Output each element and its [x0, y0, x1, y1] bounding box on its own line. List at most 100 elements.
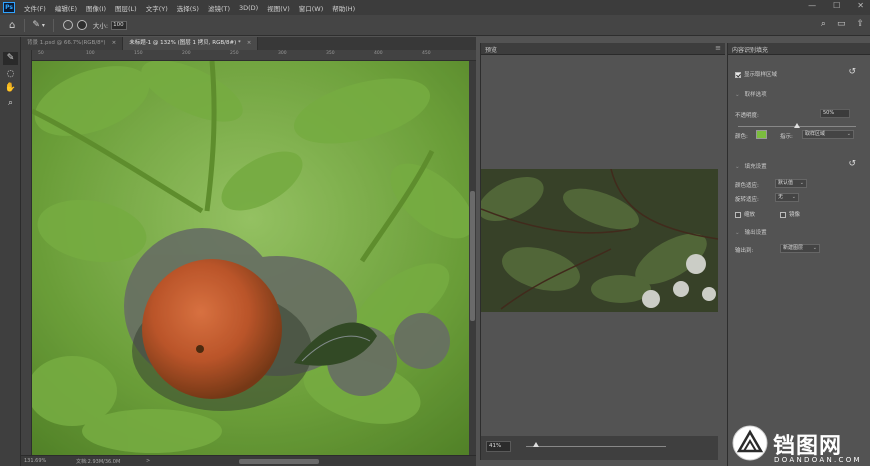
menu-3d[interactable]: 3D(D): [239, 4, 258, 12]
chevron-down-icon: ⌄: [735, 230, 740, 236]
zoom-readout[interactable]: 131.69%: [24, 458, 46, 464]
menu-select[interactable]: 选择(S): [177, 3, 199, 13]
reset-icon[interactable]: ↺: [848, 67, 856, 77]
sampling-color-swatch[interactable]: [756, 130, 767, 139]
mirror-checkbox[interactable]: [780, 211, 786, 218]
options-bar: ⌂ ✎ ▾ 大小: 100 ⌕ ▭ ⇪: [0, 15, 870, 36]
zoom-tool-icon[interactable]: ⌕: [3, 97, 18, 110]
ruler-label: 400: [374, 51, 383, 56]
opacity-label: 不透明度:: [735, 113, 759, 119]
scale-checkbox[interactable]: [735, 211, 741, 218]
close-tab-icon[interactable]: ×: [112, 40, 117, 46]
ruler-label: 100: [86, 51, 95, 56]
preview-zoom-bar: 41%: [481, 436, 718, 460]
close-tab-icon[interactable]: ×: [247, 40, 252, 46]
show-sampling-label: 显示取样区域: [744, 72, 778, 78]
content-aware-fill-title: 内容识别填充: [732, 47, 769, 54]
output-to-label: 输出到:: [735, 248, 754, 254]
content-aware-fill-header: 内容识别填充: [728, 43, 870, 55]
preview-zoom-handle[interactable]: [532, 442, 539, 447]
maximize-button[interactable]: ☐: [833, 1, 840, 10]
tab-label: 背景 1.psd @ 66.7%(RGB/8*): [27, 40, 106, 46]
mirror-label: 镜像: [789, 212, 801, 218]
search-icon[interactable]: ⌕: [821, 19, 826, 29]
reset-icon[interactable]: ↺: [848, 159, 856, 169]
subtract-mode-icon[interactable]: [76, 20, 87, 30]
color-adaptation-select[interactable]: 默认值 ⌄: [775, 179, 807, 188]
menu-filter[interactable]: 滤镜(T): [208, 3, 230, 13]
menu-view[interactable]: 视图(V): [267, 3, 290, 13]
close-window-button[interactable]: ✕: [857, 1, 864, 10]
chevron-down-icon: ⌄: [812, 245, 817, 251]
tools-panel: ✎ ◌ ✋ ⌕: [0, 37, 21, 466]
fill-settings-section[interactable]: ⌄ 填充设置: [735, 162, 767, 170]
show-sampling-area-row[interactable]: 显示取样区域: [735, 70, 777, 78]
rotation-adaptation-select[interactable]: 无 ⌄: [775, 193, 799, 202]
vertical-scrollbar[interactable]: [469, 61, 476, 455]
sampling-options-section[interactable]: ⌄ 取样选项: [735, 90, 767, 98]
document-tabs: 背景 1.psd @ 66.7%(RGB/8*) × 未标题-1 @ 132% (…: [21, 37, 476, 50]
scale-option[interactable]: 缩放: [735, 210, 755, 218]
size-input[interactable]: 100: [111, 20, 128, 30]
fill-settings-label: 填充设置: [744, 164, 767, 170]
menu-layer[interactable]: 图层(L): [115, 3, 137, 13]
share-icon[interactable]: ⇪: [856, 19, 864, 29]
size-label: 大小:: [92, 22, 109, 30]
horizontal-ruler: 50 100 150 200 250 300 350 400 450: [32, 50, 476, 61]
menu-image[interactable]: 图像(I): [86, 3, 106, 13]
lasso-tool-icon[interactable]: ◌: [3, 68, 18, 81]
document-info: 文档:2.93M/36.0M: [76, 459, 121, 465]
chevron-down-icon: ⌄: [791, 194, 796, 200]
ruler-label: 250: [230, 51, 239, 56]
ruler-label: 300: [278, 51, 287, 56]
indicates-label: 指示:: [780, 134, 793, 140]
preview-panel-header: 预览 ≡: [481, 43, 725, 55]
scroll-thumb[interactable]: [470, 191, 475, 321]
minimize-button[interactable]: —: [808, 1, 816, 10]
tab-label: 未标题-1 @ 132% (图层 1 拷贝, RGB/8#) *: [129, 40, 241, 46]
watermark-logo: 铛图网 DOANDOAN.COM: [730, 424, 870, 466]
preview-zoom-slider[interactable]: [526, 446, 666, 447]
apple-photo: [32, 61, 469, 455]
color-label: 颜色:: [735, 134, 748, 140]
preview-image: [481, 169, 718, 312]
sampling-brush-tool-icon[interactable]: ✎: [3, 52, 18, 65]
indicates-select[interactable]: 取样区域 ⌄: [802, 130, 854, 139]
add-mode-icon[interactable]: [62, 20, 73, 30]
output-settings-label: 输出设置: [744, 230, 767, 236]
watermark-subtitle: DOANDOAN.COM: [774, 456, 862, 464]
workspace-icon[interactable]: ▭: [837, 19, 846, 29]
ruler-label: 350: [326, 51, 335, 56]
menu-bar: Ps 文件(F) 编辑(E) 图像(I) 图层(L) 文字(Y) 选择(S) 滤…: [0, 0, 870, 15]
menu-help[interactable]: 帮助(H): [332, 3, 355, 13]
preview-panel: 预览 ≡ 41%: [480, 43, 725, 460]
document-canvas[interactable]: [32, 61, 469, 455]
rotation-adaptation-value: 无: [778, 194, 784, 200]
mirror-option[interactable]: 镜像: [780, 210, 800, 218]
tab-untitled-1[interactable]: 未标题-1 @ 132% (图层 1 拷贝, RGB/8#) * ×: [123, 37, 259, 50]
ruler-label: 150: [134, 51, 143, 56]
sampling-options-label: 取样选项: [744, 92, 767, 98]
home-icon[interactable]: ⌂: [9, 20, 15, 31]
sampling-brush-icon[interactable]: ✎: [32, 20, 40, 30]
horizontal-scroll-thumb[interactable]: [239, 459, 319, 464]
chevron-down-icon[interactable]: ▾: [42, 22, 45, 29]
chevron-down-icon: ⌄: [799, 180, 804, 186]
menu-file[interactable]: 文件(F): [24, 3, 46, 13]
content-aware-fill-panel: 内容识别填充 显示取样区域 ↺ ⌄ 取样选项 不透明度: 50% 颜色: 指示: …: [727, 43, 870, 466]
preview-zoom-input[interactable]: 41%: [486, 441, 511, 452]
status-menu-arrow-icon[interactable]: >: [146, 458, 150, 464]
opacity-slider-handle[interactable]: [794, 123, 800, 128]
menu-window[interactable]: 窗口(W): [299, 3, 324, 13]
tab-background-psd[interactable]: 背景 1.psd @ 66.7%(RGB/8*) ×: [21, 37, 124, 50]
opacity-input[interactable]: 50%: [820, 109, 850, 118]
menu-edit[interactable]: 编辑(E): [55, 3, 77, 13]
hand-tool-icon[interactable]: ✋: [3, 82, 18, 95]
output-settings-section[interactable]: ⌄ 输出设置: [735, 228, 767, 236]
vertical-ruler: [21, 50, 32, 455]
output-to-select[interactable]: 新建图层 ⌄: [780, 244, 820, 253]
show-sampling-checkbox[interactable]: [735, 71, 741, 78]
menu-type[interactable]: 文字(Y): [146, 3, 168, 13]
panel-menu-icon[interactable]: ≡: [715, 44, 721, 52]
preview-panel-title: 预览: [485, 47, 498, 54]
